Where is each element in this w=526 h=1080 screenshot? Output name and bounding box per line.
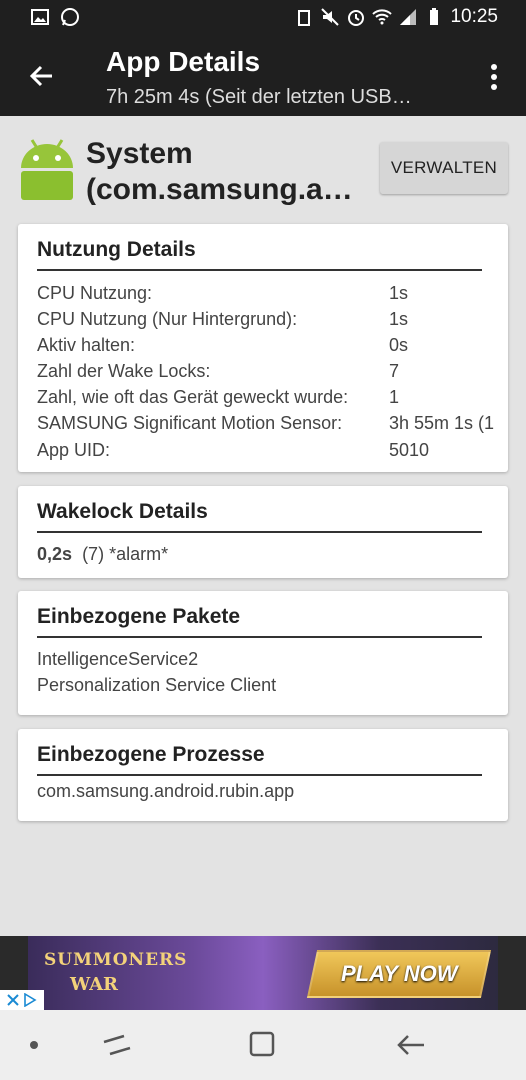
- package-item: IntelligenceService2: [37, 649, 199, 669]
- process-item: com.samsung.android.rubin.app: [37, 781, 295, 801]
- app-name: System (com.samsung.a…: [86, 136, 366, 208]
- signal-icon: [400, 9, 417, 25]
- android-icon: [21, 139, 73, 200]
- play-now-button[interactable]: PLAY NOW: [306, 950, 492, 998]
- usage-details-card: Nutzung Details CPU Nutzung: 1s CPU Nutz…: [18, 224, 508, 472]
- status-bar: 10:25: [0, 0, 526, 36]
- usage-row-label: SAMSUNG Significant Motion Sensor:: [37, 413, 343, 433]
- recents-icon[interactable]: [100, 1030, 134, 1060]
- usage-row-value: 1: [389, 387, 400, 407]
- system-nav-bar: [0, 1010, 526, 1080]
- usage-row-label: CPU Nutzung (Nur Hintergrund):: [37, 309, 298, 329]
- usage-row-value: 7: [389, 361, 400, 381]
- app-header: System (com.samsung.a… VERWALTEN: [0, 116, 526, 216]
- back-nav-icon[interactable]: [394, 1030, 428, 1060]
- usage-row-value: 1s: [389, 283, 409, 303]
- processes-title: Einbezogene Prozesse: [37, 743, 265, 766]
- adchoices-icon[interactable]: [23, 993, 37, 1007]
- clock: 10:25: [450, 6, 498, 27]
- usage-row-label: CPU Nutzung:: [37, 283, 153, 303]
- package-item: Personalization Service Client: [37, 675, 277, 695]
- wakelock-name: (7) *alarm*: [82, 544, 169, 564]
- divider: [37, 774, 482, 776]
- usage-row-value: 1s: [389, 309, 409, 329]
- alarm-icon: [348, 10, 365, 26]
- battery-saver-icon: [298, 10, 311, 26]
- usage-row-label: App UID:: [37, 440, 111, 460]
- app-name-line1: System: [86, 137, 193, 170]
- usage-row-value: 5010: [389, 440, 430, 460]
- home-icon[interactable]: [246, 1030, 280, 1060]
- usage-row-value: 3h 55m 1s (1: [389, 413, 495, 433]
- app-name-line2: (com.samsung.a…: [86, 173, 353, 206]
- dot-icon[interactable]: [20, 1030, 54, 1060]
- usage-row-label: Zahl der Wake Locks:: [37, 361, 211, 381]
- usage-row-value: 0s: [389, 335, 409, 355]
- usage-title: Nutzung Details: [37, 238, 196, 261]
- divider: [37, 531, 482, 533]
- wakelock-entry: 0,2s (7) *alarm*: [37, 544, 168, 565]
- processes-card: Einbezogene Prozesse com.samsung.android…: [18, 729, 508, 821]
- ad-banner[interactable]: SUMMONERS WAR PLAY NOW: [0, 936, 526, 1010]
- usage-row-label: Aktiv halten:: [37, 335, 136, 355]
- battery-icon: [430, 8, 439, 25]
- close-icon[interactable]: [7, 994, 19, 1006]
- more-vert-icon[interactable]: [482, 62, 506, 92]
- app-bar: App Details 7h 25m 4s (Seit der letzten …: [0, 36, 526, 116]
- ad-logo-line1: SUMMONERS: [44, 950, 188, 970]
- wakelock-time: 0,2s: [37, 544, 73, 564]
- usage-row-label: Zahl, wie oft das Gerät geweckt wurde:: [37, 387, 349, 407]
- ad-logo-line2: WAR: [70, 974, 118, 995]
- gallery-icon: [31, 9, 49, 25]
- whatsapp-icon: [61, 8, 79, 26]
- page-subtitle: 7h 25m 4s (Seit der letzten USB…: [106, 86, 412, 108]
- mute-icon: [321, 8, 340, 26]
- arrow-left-icon[interactable]: [22, 56, 62, 96]
- page-title: App Details: [106, 46, 261, 77]
- play-now-label: PLAY NOW: [340, 961, 458, 986]
- packages-card: Einbezogene Pakete IntelligenceService2 …: [18, 591, 508, 715]
- ad-choices[interactable]: [0, 990, 44, 1010]
- divider: [37, 269, 482, 271]
- wifi-icon: [372, 9, 393, 25]
- divider: [37, 636, 482, 638]
- packages-title: Einbezogene Pakete: [37, 605, 241, 628]
- wakelock-details-card: Wakelock Details 0,2s (7) *alarm*: [18, 486, 508, 578]
- manage-button[interactable]: VERWALTEN: [380, 142, 508, 194]
- wakelock-title: Wakelock Details: [37, 500, 208, 523]
